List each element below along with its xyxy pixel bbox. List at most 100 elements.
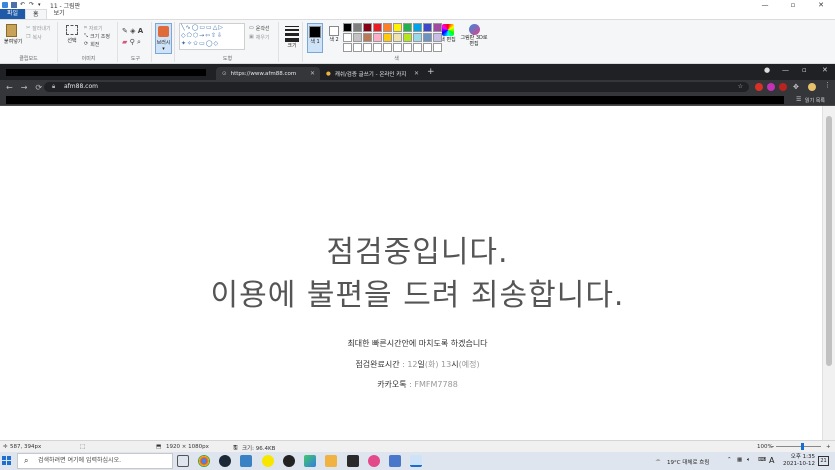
extension-rec-icon[interactable] [779, 83, 787, 91]
customize-quick-access-icon[interactable]: ▾ [38, 2, 44, 8]
task-view-icon[interactable] [177, 455, 189, 467]
close-tab-icon[interactable]: ✕ [310, 70, 315, 77]
menu-kebab-icon[interactable]: ⋮ [824, 81, 831, 89]
taskbar-search-box[interactable]: ⌕ 검색하려면 여기에 입력하십시오. [17, 453, 173, 469]
palette-swatch[interactable] [343, 43, 352, 52]
browser-tab-cash-verify[interactable]: ● 캐쉬/검증 글쓰기 - 온라인 카지 ✕ [320, 67, 424, 80]
close-button[interactable]: ✕ [807, 0, 835, 10]
palette-swatch[interactable] [343, 23, 352, 32]
browser-tab-afm88[interactable]: ⊙ https://www.afm88.com ✕ [216, 67, 320, 80]
weather-text[interactable]: 19°C 대체로 흐림 [667, 458, 709, 466]
ime-icon[interactable]: ⌨ [758, 457, 766, 463]
cut-button[interactable]: ✂ 잘라내기 [26, 24, 51, 32]
profile-icon[interactable]: ● [764, 66, 770, 74]
input-language[interactable]: A [769, 456, 774, 465]
palette-swatch[interactable] [413, 23, 422, 32]
paste-button[interactable]: 붙여넣기 [4, 24, 22, 45]
kakaotalk-taskbar-icon[interactable] [262, 455, 274, 467]
close-tab-icon[interactable]: ✕ [414, 70, 419, 77]
app-taskbar-icon[interactable] [389, 455, 401, 467]
palette-swatch[interactable] [403, 43, 412, 52]
palette-swatch[interactable] [363, 43, 372, 52]
steam-taskbar-icon[interactable] [219, 455, 231, 467]
app-taskbar-icon[interactable] [347, 455, 359, 467]
color2-button[interactable]: 색 2 [326, 23, 342, 53]
bookmark-star-icon[interactable]: ☆ [738, 82, 743, 92]
palette-swatch[interactable] [433, 43, 442, 52]
back-icon[interactable]: ← [6, 83, 13, 92]
chrome-taskbar-icon[interactable] [198, 455, 210, 467]
tab-file[interactable]: 파일 [0, 9, 26, 19]
palette-swatch[interactable] [403, 23, 412, 32]
palette-swatch[interactable] [403, 33, 412, 42]
volume-icon[interactable]: 🔈︎ [747, 457, 750, 464]
brushes-button[interactable]: 브러시 ▾ [155, 23, 172, 54]
zoom-slider-thumb[interactable] [801, 443, 804, 450]
palette-swatch[interactable] [383, 33, 392, 42]
edit-colors-button[interactable]: 색 편집 [440, 24, 456, 43]
new-tab-icon[interactable]: + [427, 67, 435, 77]
palette-swatch[interactable] [373, 33, 382, 42]
scrollbar-thumb[interactable] [826, 116, 832, 366]
palette-swatch[interactable] [383, 23, 392, 32]
palette-swatch[interactable] [353, 23, 362, 32]
shapes-gallery[interactable]: ╲∿◯▭▭△▷ ◇⬠⬡→⇦⇧⇩ ✦✧✩▭◯◇ [179, 23, 245, 50]
tray-chevron-icon[interactable]: ⌃ [727, 457, 732, 463]
reload-icon[interactable]: ⟳ [35, 83, 42, 92]
fill-icon[interactable]: ◈ [130, 27, 135, 35]
pencil-icon[interactable]: ✎ [122, 27, 128, 35]
forward-icon[interactable]: → [21, 83, 28, 92]
zoom-slider[interactable] [776, 446, 821, 447]
palette-swatch[interactable] [373, 23, 382, 32]
notification-center-icon[interactable]: 21 [818, 456, 829, 466]
palette-swatch[interactable] [433, 33, 442, 42]
tab-home[interactable]: 홈 [25, 9, 47, 19]
palette-swatch[interactable] [423, 23, 432, 32]
avatar[interactable] [808, 83, 816, 91]
magnifier-icon[interactable]: ⌕ [137, 38, 141, 46]
file-explorer-icon[interactable] [325, 455, 337, 467]
tab-view[interactable]: 보기 [47, 9, 72, 19]
weather-icon[interactable]: ☁ [655, 457, 661, 463]
app-taskbar-icon[interactable] [283, 455, 295, 467]
taskbar-clock[interactable]: 오후 1:35 2021-10-12 [783, 454, 815, 468]
minimize-icon[interactable]: — [782, 66, 789, 74]
eraser-icon[interactable]: ▰ [122, 38, 127, 46]
palette-swatch[interactable] [343, 33, 352, 42]
network-icon[interactable]: ▦ [737, 457, 742, 463]
undo-icon[interactable]: ↶ [20, 2, 26, 8]
save-icon[interactable] [11, 2, 17, 8]
redo-icon[interactable]: ↷ [29, 2, 35, 8]
palette-swatch[interactable] [363, 23, 372, 32]
maximize-icon[interactable]: ▫ [802, 66, 807, 74]
palette-swatch[interactable] [393, 23, 402, 32]
select-button[interactable]: 선택 [64, 25, 80, 44]
text-icon[interactable]: A [138, 27, 143, 35]
minimize-button[interactable]: — [751, 0, 779, 10]
paint-vertical-scrollbar[interactable] [822, 106, 835, 440]
reading-list-icon[interactable]: ☰ [796, 96, 801, 103]
size-group[interactable]: 크기 [281, 22, 303, 62]
palette-swatch[interactable] [413, 43, 422, 52]
app-taskbar-icon[interactable] [368, 455, 380, 467]
extensions-puzzle-icon[interactable]: ✥ [793, 83, 799, 91]
zoom-in-icon[interactable]: + [826, 444, 831, 450]
palette-swatch[interactable] [363, 33, 372, 42]
palette-swatch[interactable] [383, 43, 392, 52]
outline-button[interactable]: ▭ 윤곽선 [249, 24, 270, 32]
color1-button[interactable]: 색 1 [307, 23, 323, 53]
windows-start-icon[interactable] [2, 456, 12, 466]
color-picker-icon[interactable]: ⚲ [130, 38, 135, 46]
resize-button[interactable]: ⤡ 크기 조정 [84, 32, 110, 40]
palette-swatch[interactable] [433, 23, 442, 32]
palette-swatch[interactable] [393, 33, 402, 42]
app-taskbar-icon[interactable] [304, 455, 316, 467]
app-taskbar-icon[interactable] [240, 455, 252, 467]
zoom-out-icon[interactable]: − [770, 444, 775, 450]
palette-swatch[interactable] [413, 33, 422, 42]
extension-purple-icon[interactable] [767, 83, 775, 91]
crop-button[interactable]: ⌗ 자르기 [84, 24, 103, 32]
paint-taskbar-icon[interactable] [410, 455, 422, 467]
palette-swatch[interactable] [373, 43, 382, 52]
address-bar[interactable]: 🔒︎ afm88.com ☆ [44, 82, 749, 92]
